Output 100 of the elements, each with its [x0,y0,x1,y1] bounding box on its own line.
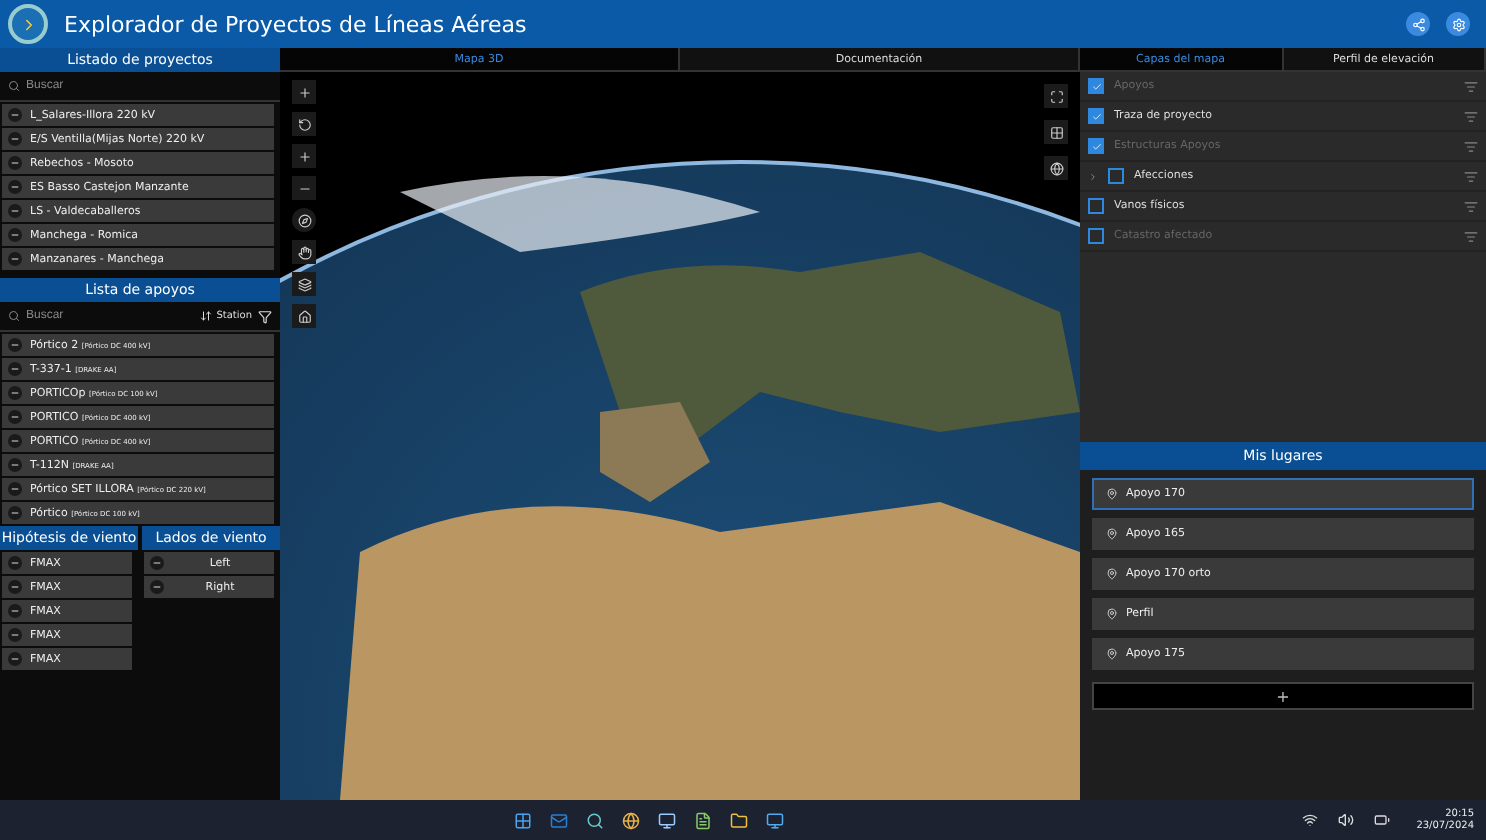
remove-button[interactable] [8,156,22,170]
start-icon[interactable] [513,811,532,829]
layer-checkbox[interactable] [1108,168,1124,184]
minus-icon [10,254,20,264]
zoom-out-button[interactable] [292,176,316,200]
tool-icon [297,117,311,131]
pin-icon [1106,528,1118,540]
minus-icon [10,230,20,240]
remove-button[interactable] [8,228,22,242]
zoom-in-button[interactable] [292,144,316,168]
fullscreen-button[interactable] [1044,84,1068,108]
tool-icon [1049,125,1063,139]
remove-button[interactable] [8,410,22,424]
rotate-button[interactable] [292,112,316,136]
check-icon [1091,111,1101,121]
share-icon [1411,17,1425,31]
minus-icon [152,582,162,592]
minus-icon [10,182,20,192]
document-icon[interactable] [693,811,712,829]
tool-icon [1049,161,1063,175]
minus-icon [10,158,20,168]
remove-button[interactable] [8,386,22,400]
layer-options-icon[interactable] [1464,109,1478,123]
minus-icon [10,340,20,350]
sort-icon [200,310,213,322]
minus-icon [10,206,20,216]
minus-icon [10,484,20,494]
layer-options-icon[interactable] [1464,199,1478,213]
remove-button[interactable] [150,556,164,570]
monitor-icon[interactable] [657,811,676,829]
tool-icon [297,85,311,99]
folder-icon[interactable] [729,811,748,829]
pin-icon [1106,608,1118,620]
layer-checkbox[interactable] [1088,198,1104,214]
remove-button[interactable] [8,506,22,520]
search-icon [8,310,20,322]
wifi-icon[interactable] [1302,812,1319,828]
tool-icon [297,277,311,291]
remove-button[interactable] [8,482,22,496]
minus-icon [10,388,20,398]
globe-icon[interactable] [621,811,640,829]
pan-button[interactable] [292,240,316,264]
volume-icon[interactable] [1338,812,1355,828]
remove-button[interactable] [8,252,22,266]
layer-checkbox[interactable] [1088,108,1104,124]
filter-icon[interactable] [258,309,272,323]
remove-button[interactable] [8,204,22,218]
expand-icon[interactable] [1088,171,1098,181]
check-icon [1091,81,1101,91]
remove-button[interactable] [8,580,22,594]
remove-button[interactable] [8,362,22,376]
tool-icon [1049,89,1063,103]
layer-options-icon[interactable] [1464,169,1478,183]
remove-button[interactable] [8,628,22,642]
check-icon [1091,141,1101,151]
tool-icon [297,309,311,323]
settings-icon [1451,17,1465,31]
battery-icon[interactable] [1374,812,1391,828]
remove-button[interactable] [8,604,22,618]
globe-button[interactable] [1044,156,1068,180]
remove-button[interactable] [150,580,164,594]
pin-icon [1106,488,1118,500]
remove-button[interactable] [8,338,22,352]
settings-button[interactable] [1446,12,1470,36]
minus-icon [10,110,20,120]
search-icon [8,80,20,92]
minus-icon [152,558,162,568]
tool-icon [297,213,311,227]
remove-button[interactable] [8,180,22,194]
search-icon[interactable] [585,811,604,829]
tool-icon [297,149,311,163]
minus-icon [10,654,20,664]
remove-button[interactable] [8,652,22,666]
minus-icon [10,582,20,592]
minus-icon [10,364,20,374]
minus-icon [10,134,20,144]
zoom-in-button[interactable] [292,80,316,104]
home-button[interactable] [292,304,316,328]
minus-icon [10,630,20,640]
minus-icon [10,436,20,446]
minus-icon [10,508,20,518]
minus-icon [10,460,20,470]
minus-icon [10,606,20,616]
layers-button[interactable] [292,272,316,296]
monitor-icon[interactable] [765,811,784,829]
minus-icon [10,412,20,422]
remove-button[interactable] [8,434,22,448]
remove-button[interactable] [8,108,22,122]
minus-icon [10,558,20,568]
remove-button[interactable] [8,132,22,146]
mail-icon[interactable] [549,811,568,829]
remove-button[interactable] [8,458,22,472]
app-title: Explorador de Proyectos de Líneas Aéreas [64,11,529,37]
tool-icon [297,245,311,259]
add-place-button[interactable]: + [1092,682,1474,710]
share-button[interactable] [1406,12,1430,36]
pin-icon [1106,648,1118,660]
pin-icon [1106,568,1118,580]
grid-button[interactable] [1044,120,1068,144]
remove-button[interactable] [8,556,22,570]
